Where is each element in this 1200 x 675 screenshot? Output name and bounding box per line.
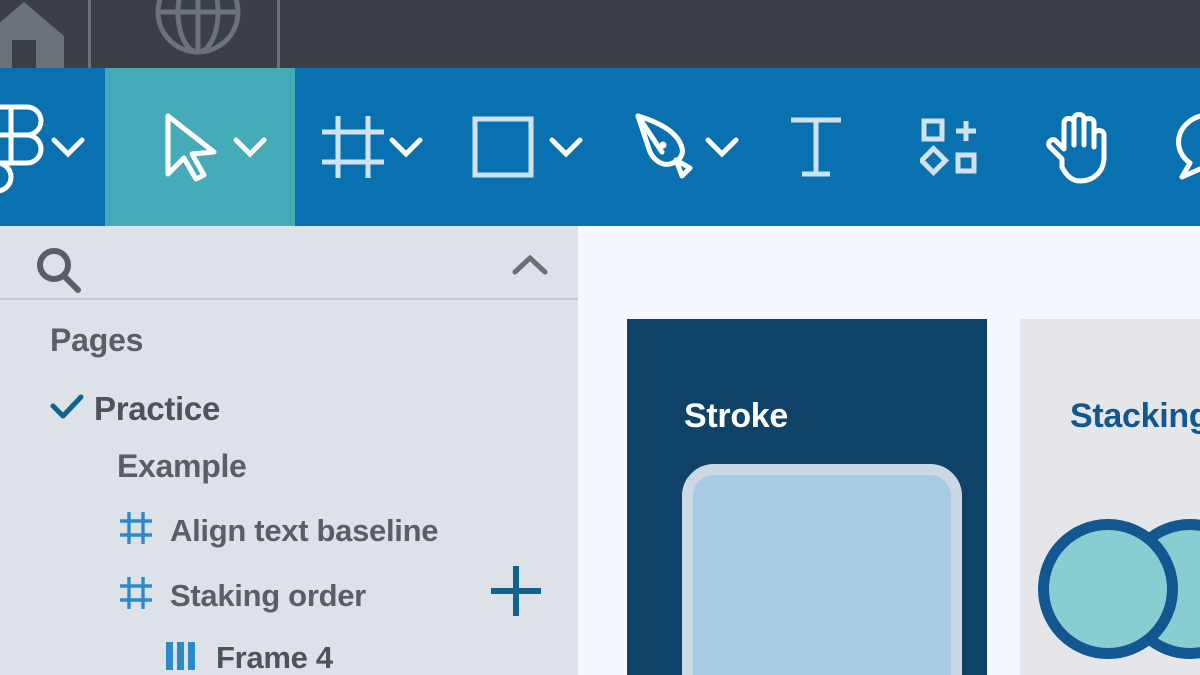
actions-icon[interactable] [920,68,980,226]
chevron-up-icon[interactable] [510,252,550,283]
figma-logo-icon[interactable] [0,68,44,226]
left-sidebar: Pages Practice Example Align text baseli… [0,226,578,675]
rectangle-icon[interactable] [472,68,534,226]
layout-grid-icon [164,638,216,675]
layer-item-frame-4[interactable]: Frame 4 [164,638,333,675]
chevron-down-icon-frame[interactable] [388,68,424,226]
hand-icon[interactable] [1042,68,1110,226]
search-bar[interactable] [0,226,578,300]
canvas-frame-stacking[interactable]: Stacking [1020,319,1200,675]
sidebar-item-example[interactable]: Example [117,448,247,485]
sidebar-item-label: Example [117,448,247,484]
chevron-down-icon-rect[interactable] [548,68,584,226]
main-toolbar [0,68,1200,226]
chevron-down-icon-pen[interactable] [704,68,740,226]
chevron-down-icon-move[interactable] [232,68,268,226]
frame-icon[interactable] [320,68,386,226]
text-icon[interactable] [788,68,844,226]
home-icon[interactable] [0,0,70,68]
frame-title: Stacking [1070,397,1200,435]
layer-item-staking-order[interactable]: Staking order [118,575,366,616]
figma-app-window: Pages Practice Example Align text baseli… [0,0,1200,675]
layer-item-label: Frame 4 [216,639,333,675]
sidebar-item-practice[interactable]: Practice [50,390,220,428]
layer-item-label: Staking order [170,577,366,613]
cursor-move-icon[interactable] [160,68,222,226]
search-icon[interactable] [32,244,84,301]
circle-shape-front[interactable] [1038,519,1178,659]
check-icon [50,394,94,425]
canvas-frame-stroke[interactable]: Stroke [627,319,987,675]
pages-section-header: Pages [50,322,144,358]
chevron-down-icon-menu[interactable] [50,68,86,226]
pen-icon[interactable] [632,68,696,226]
globe-icon[interactable] [152,0,244,58]
search-input[interactable] [90,242,490,284]
frame-icon [118,510,170,551]
frame-title: Stroke [684,397,789,435]
layer-item-align-text-baseline[interactable]: Align text baseline [118,510,439,551]
add-page-button[interactable] [487,562,545,625]
comment-icon[interactable] [1168,68,1200,226]
design-canvas[interactable]: Stroke Stacking [578,226,1200,675]
frame-icon [118,575,170,616]
top-menu-bar [0,0,1200,68]
rounded-rect-shape[interactable] [682,464,962,675]
topbar-divider-2 [277,0,280,68]
topbar-divider [88,0,91,68]
sidebar-item-label: Practice [94,390,221,427]
layer-item-label: Align text baseline [170,512,439,548]
